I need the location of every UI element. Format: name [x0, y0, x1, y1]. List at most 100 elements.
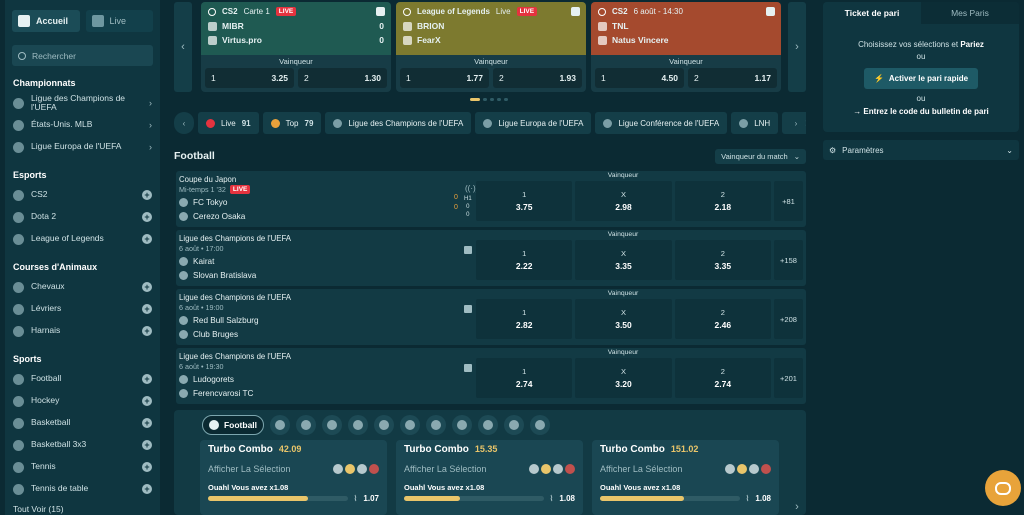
filter-chip[interactable]: Ligue des Champions de l'UEFA: [325, 112, 472, 134]
show-selection-row[interactable]: Afficher La Sélection: [600, 461, 771, 477]
turbo-combo-card[interactable]: Turbo Combo 15.35 Afficher La Sélection …: [396, 440, 583, 515]
featured-match-card[interactable]: League of Legends Live LIVE BRION FearX V…: [396, 2, 586, 92]
sidebar-item[interactable]: Harnais +: [5, 320, 160, 342]
stats-icon[interactable]: [464, 246, 472, 254]
stats-icon[interactable]: [464, 305, 472, 313]
pagination-dot[interactable]: [483, 98, 487, 101]
show-selection-link[interactable]: Afficher La Sélection: [600, 464, 682, 474]
match-row[interactable]: Ligue des Champions de l'UEFA 6 août • 1…: [176, 230, 806, 286]
combo-next-button[interactable]: ›: [788, 498, 806, 515]
sidebar-item[interactable]: CS2 +: [5, 184, 160, 206]
plus-icon[interactable]: +: [142, 326, 152, 336]
featured-match-card[interactable]: CS2 Carte 1 LIVE MIBR 0 Virtus.pro 0 Vainqu…: [201, 2, 391, 92]
odds-button[interactable]: X 3.35: [575, 240, 672, 280]
show-selection-link[interactable]: Afficher La Sélection: [208, 464, 290, 474]
filter-prev-button[interactable]: ‹: [174, 112, 194, 134]
plus-icon[interactable]: +: [142, 304, 152, 314]
sidebar-item[interactable]: États-Unis. MLB ›: [5, 114, 160, 136]
chat-button[interactable]: [985, 470, 1021, 506]
filter-chip[interactable]: Ligue Conférence de l'UEFA: [595, 112, 728, 134]
odds-button[interactable]: X 3.50: [575, 299, 672, 339]
sport-tab[interactable]: [400, 415, 420, 435]
tab-ticket[interactable]: Ticket de pari: [823, 2, 921, 24]
match-row[interactable]: Coupe du Japon Mi-temps 1 '32 LIVE FC Tok…: [176, 171, 806, 227]
odds-button[interactable]: 2 2.46: [674, 299, 771, 339]
nav-home-button[interactable]: Accueil: [12, 10, 80, 32]
turbo-combo-card[interactable]: Turbo Combo 42.09 Afficher La Sélection …: [200, 440, 387, 515]
sport-tab[interactable]: [270, 415, 290, 435]
show-selection-row[interactable]: Afficher La Sélection: [208, 461, 379, 477]
show-selection-link[interactable]: Afficher La Sélection: [404, 464, 486, 474]
sidebar-item[interactable]: Ligue Europa de l'UEFA ›: [5, 136, 160, 158]
sport-tab[interactable]: [426, 415, 446, 435]
more-markets-button[interactable]: +81: [774, 181, 803, 221]
settings-bar[interactable]: ⚙ Paramètres ⌄: [823, 140, 1019, 160]
sport-tab[interactable]: [452, 415, 472, 435]
match-row[interactable]: Ligue des Champions de l'UEFA 6 août • 1…: [176, 289, 806, 345]
match-row[interactable]: Ligue des Champions de l'UEFA 6 août • 1…: [176, 348, 806, 404]
plus-icon[interactable]: +: [142, 418, 152, 428]
stats-icon[interactable]: [766, 7, 775, 16]
odds-button[interactable]: 1 2.82: [476, 299, 573, 339]
sidebar-item[interactable]: Dota 2 +: [5, 206, 160, 228]
quick-bet-button[interactable]: ⚡ Activer le pari rapide: [863, 68, 979, 89]
sidebar-item[interactable]: Chevaux +: [5, 276, 160, 298]
sport-tab-football[interactable]: Football: [202, 415, 264, 435]
odds-button[interactable]: 1 1.77: [400, 68, 489, 88]
odds-button[interactable]: X 3.20: [575, 358, 672, 398]
sidebar-item[interactable]: Lévriers +: [5, 298, 160, 320]
sport-tab[interactable]: [322, 415, 342, 435]
sport-tab[interactable]: [296, 415, 316, 435]
odds-button[interactable]: 1 2.22: [476, 240, 573, 280]
odds-button[interactable]: 1 2.74: [476, 358, 573, 398]
more-markets-button[interactable]: +208: [774, 299, 803, 339]
show-selection-row[interactable]: Afficher La Sélection: [404, 461, 575, 477]
stats-icon[interactable]: [571, 7, 580, 16]
odds-button[interactable]: 1 3.25: [205, 68, 294, 88]
plus-icon[interactable]: +: [142, 212, 152, 222]
stats-icon[interactable]: [464, 364, 472, 372]
sport-tab[interactable]: [504, 415, 524, 435]
odds-button[interactable]: X 2.98: [575, 181, 672, 221]
sidebar-item[interactable]: Basketball +: [5, 412, 160, 434]
plus-icon[interactable]: +: [142, 462, 152, 472]
sport-tab[interactable]: [478, 415, 498, 435]
plus-icon[interactable]: +: [142, 484, 152, 494]
filter-next-button[interactable]: ›: [786, 112, 806, 134]
more-markets-button[interactable]: +201: [774, 358, 803, 398]
sidebar-item[interactable]: Tennis +: [5, 456, 160, 478]
filter-chip[interactable]: Top 79: [262, 112, 322, 134]
sport-tab[interactable]: [374, 415, 394, 435]
tab-my-bets[interactable]: Mes Paris: [921, 2, 1019, 24]
filter-chip[interactable]: Ligue Europa de l'UEFA: [475, 112, 592, 134]
plus-icon[interactable]: +: [142, 234, 152, 244]
odds-button[interactable]: 2 2.18: [674, 181, 771, 221]
see-all-link[interactable]: Tout Voir (15): [5, 500, 160, 515]
featured-match-card[interactable]: CS2 6 août - 14:30 TNL Natus Vincere Vain…: [591, 2, 781, 92]
turbo-combo-card[interactable]: Turbo Combo 151.02 Afficher La Sélection…: [592, 440, 779, 515]
sidebar-item[interactable]: Ligue des Champions de l'UEFA ›: [5, 92, 160, 114]
odds-button[interactable]: 2 1.93: [493, 68, 582, 88]
pagination-dot[interactable]: [497, 98, 501, 101]
banner-next-button[interactable]: ›: [788, 2, 806, 92]
sidebar-item[interactable]: Basketball 3x3 +: [5, 434, 160, 456]
odds-button[interactable]: 1 4.50: [595, 68, 684, 88]
plus-icon[interactable]: +: [142, 374, 152, 384]
odds-button[interactable]: 2 2.74: [674, 358, 771, 398]
plus-icon[interactable]: +: [142, 440, 152, 450]
sport-tab[interactable]: [530, 415, 550, 435]
sidebar-item[interactable]: Football +: [5, 368, 160, 390]
nav-live-button[interactable]: Live: [85, 10, 153, 32]
odds-button[interactable]: 2 1.30: [298, 68, 387, 88]
enter-code-link[interactable]: → Entrez le code du bulletin de pari: [823, 106, 1019, 118]
pagination-dot[interactable]: [470, 98, 480, 101]
plus-icon[interactable]: +: [142, 282, 152, 292]
odds-button[interactable]: 2 3.35: [674, 240, 771, 280]
plus-icon[interactable]: +: [142, 396, 152, 406]
filter-chip[interactable]: LNH: [731, 112, 779, 134]
odds-button[interactable]: 1 3.75: [476, 181, 573, 221]
search-input[interactable]: Rechercher: [12, 45, 153, 66]
stats-icon[interactable]: [376, 7, 385, 16]
sidebar-item[interactable]: Tennis de table +: [5, 478, 160, 500]
sidebar-item[interactable]: League of Legends +: [5, 228, 160, 250]
